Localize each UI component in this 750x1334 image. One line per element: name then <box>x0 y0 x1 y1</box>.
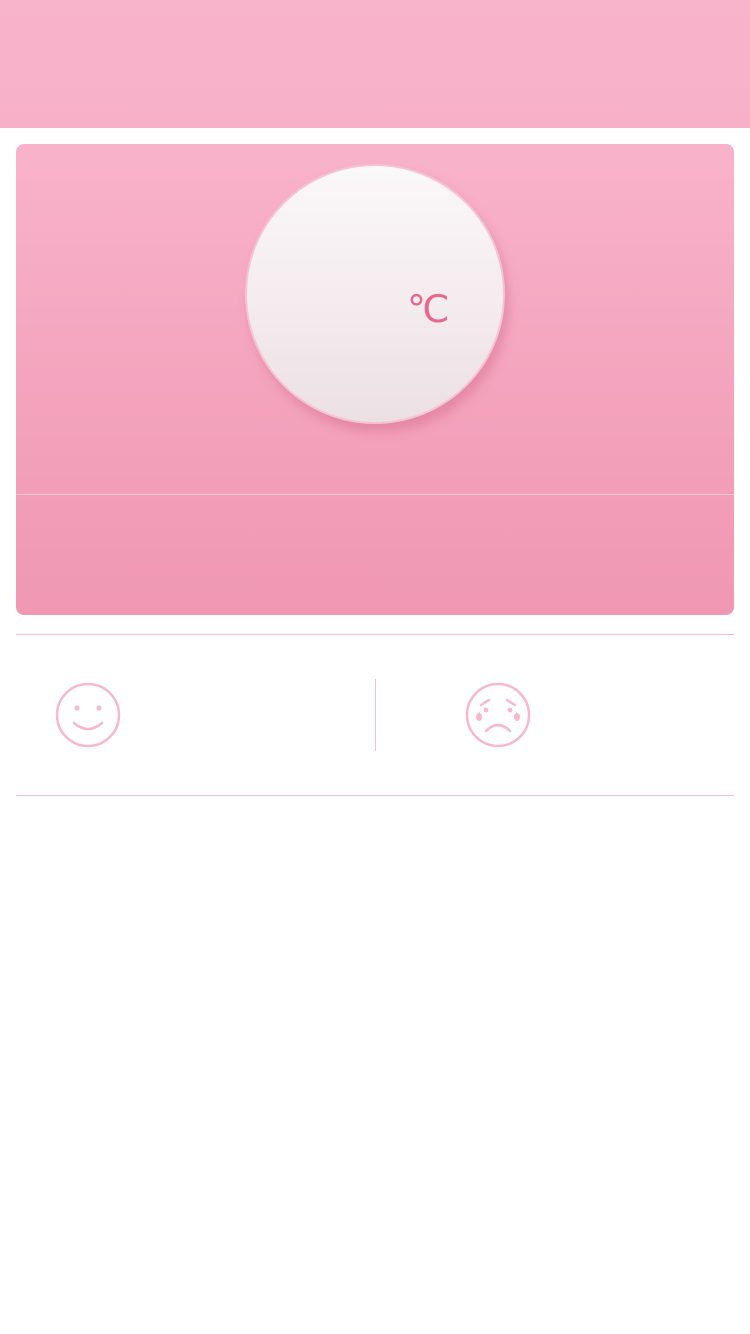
mood-divider <box>375 679 376 751</box>
mood-section-bottom-divider <box>16 795 734 796</box>
mood-good-button[interactable] <box>40 651 370 779</box>
card-footer <box>16 495 734 615</box>
temperature-unit: ℃ <box>407 287 450 331</box>
sad-face-icon <box>465 682 531 748</box>
header-bar <box>0 0 750 128</box>
mood-section-top-divider <box>16 634 734 635</box>
temperature-dial[interactable]: ℃ <box>245 164 505 424</box>
smile-icon <box>55 682 121 748</box>
temperature-card: ℃ <box>16 144 734 615</box>
mood-bad-button[interactable] <box>450 651 750 779</box>
